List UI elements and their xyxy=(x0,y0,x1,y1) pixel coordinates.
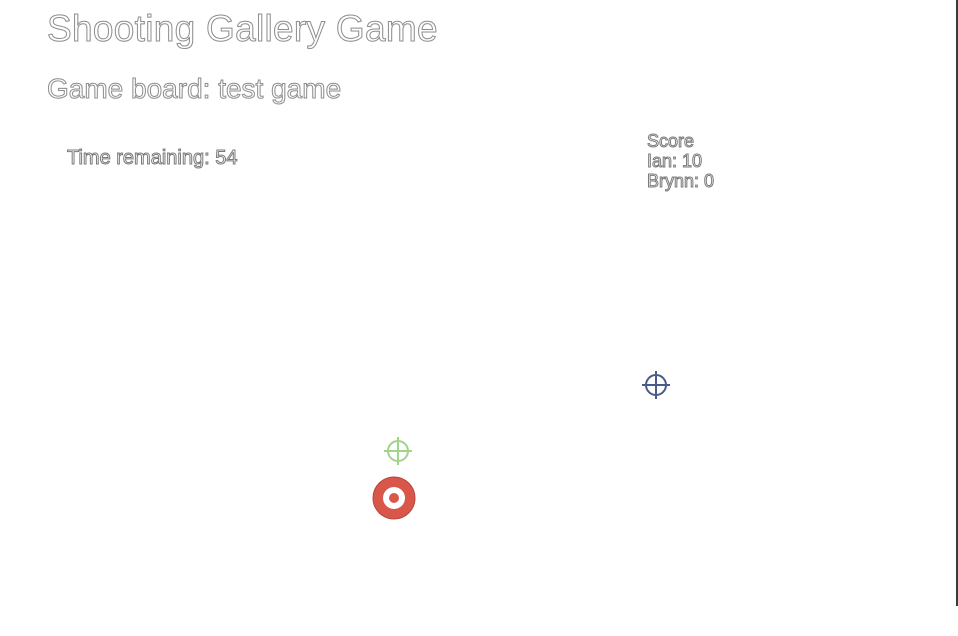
scoreboard-heading: Score xyxy=(646,131,695,152)
scoreboard: Score Ian: 10 Brynn: 0 xyxy=(646,131,715,192)
bullseye-target-icon[interactable] xyxy=(372,476,416,520)
game-board-label: Game board: test game xyxy=(46,73,342,105)
player-score-brynn: Brynn: 0 xyxy=(646,171,715,192)
page-title: Shooting Gallery Game xyxy=(47,8,439,50)
crosshair-icon-player-blue xyxy=(642,371,670,399)
time-remaining: Time remaining: 54 xyxy=(66,147,238,170)
game-stage[interactable]: Shooting Gallery Game Game board: test g… xyxy=(0,0,958,636)
player-score-ian: Ian: 10 xyxy=(646,151,703,172)
crosshair-icon-player-green xyxy=(384,437,412,465)
